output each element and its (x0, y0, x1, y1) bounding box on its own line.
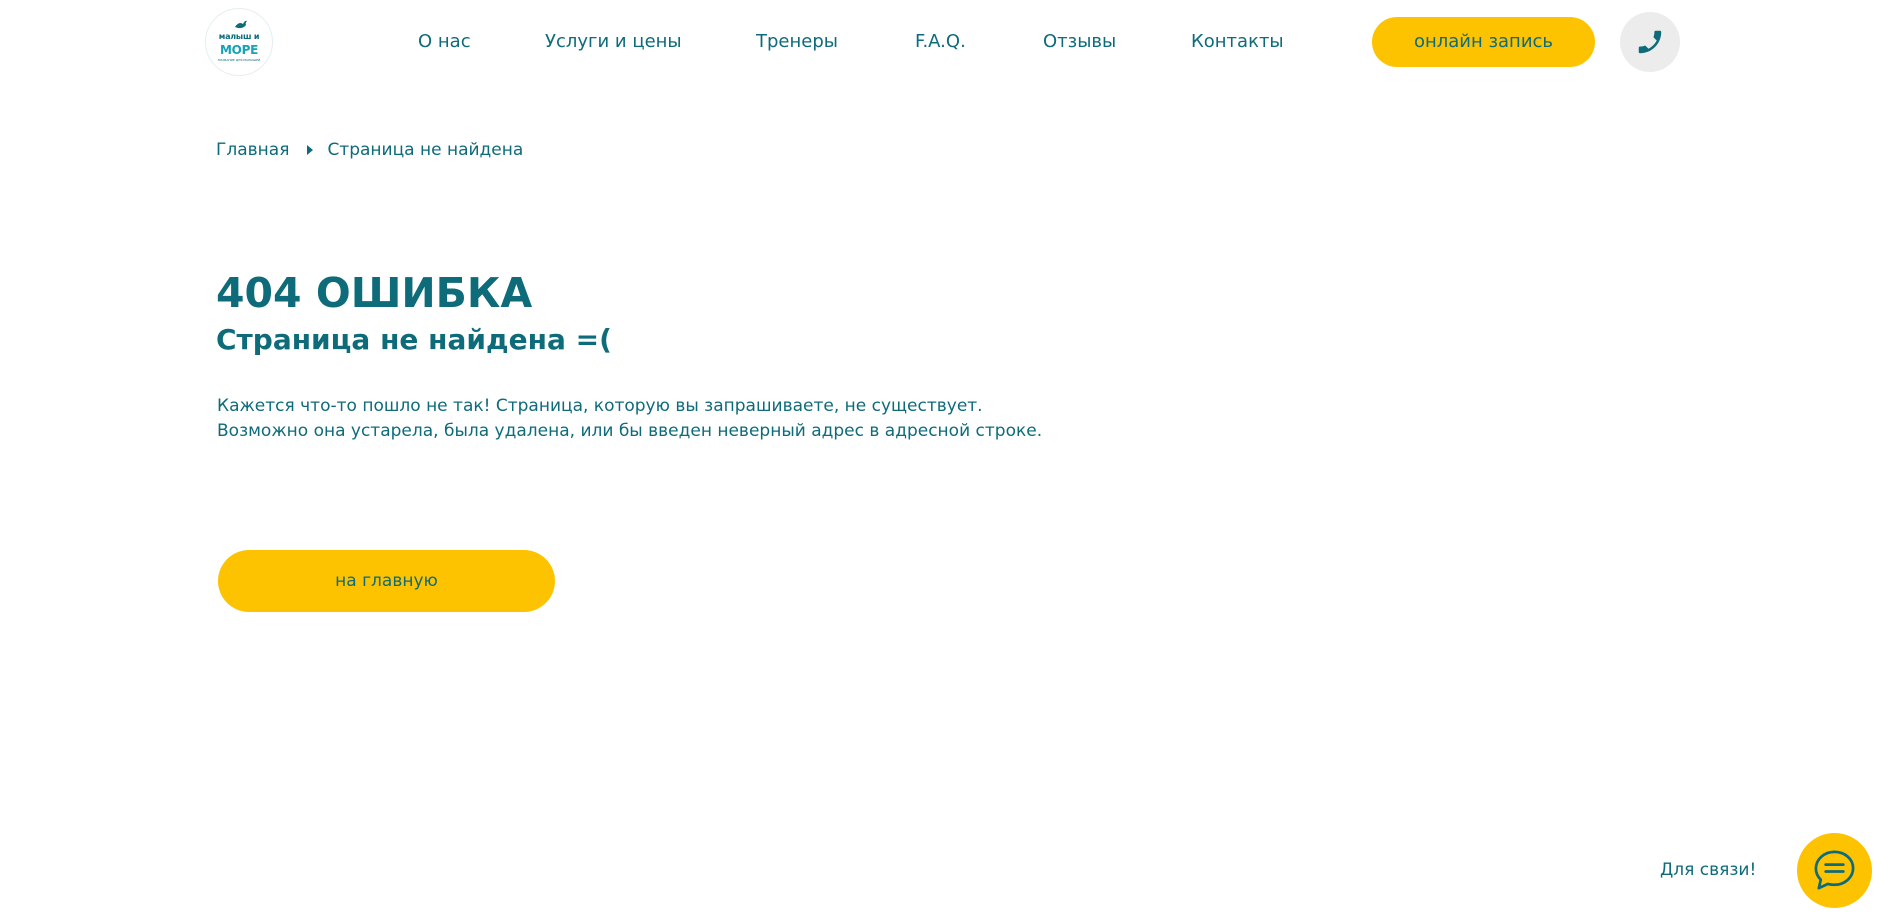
phone-button[interactable] (1620, 12, 1680, 72)
page-subtitle: Страница не найдена =( (216, 323, 612, 356)
nav-item-reviews[interactable]: Отзывы (1043, 30, 1116, 54)
nav-item-trainers[interactable]: Тренеры (756, 30, 838, 54)
logo-text-tagline: ПЛАВАНИЕ ДЛЯ МАЛЫШЕЙ (217, 58, 261, 62)
breadcrumb: Главная Страница не найдена (216, 138, 523, 162)
phone-icon (1638, 30, 1662, 54)
logo-text-main: МОРЕ (220, 43, 258, 57)
site-header: малыш и МОРЕ ПЛАВАНИЕ ДЛЯ МАЛЫШЕЙ О нас … (0, 0, 1888, 84)
error-description-line: Кажется что-то пошло не так! Страница, к… (217, 396, 983, 416)
online-booking-button[interactable]: онлайн запись (1372, 17, 1595, 67)
chat-bubble-icon (1814, 850, 1855, 890)
error-description-line: Возможно она устарела, была удалена, или… (217, 421, 1043, 441)
go-home-button[interactable]: на главную (218, 550, 555, 612)
chat-button[interactable] (1797, 833, 1872, 908)
error-description: Кажется что-то пошло не так! Страница, к… (217, 394, 1042, 444)
nav-item-faq[interactable]: F.A.Q. (915, 30, 966, 54)
bird-icon (235, 20, 247, 29)
page-title: 404 ОШИБКА (216, 269, 533, 317)
chat-label[interactable]: Для связи! (1660, 858, 1756, 882)
breadcrumb-current: Страница не найдена (327, 140, 524, 160)
logo[interactable]: малыш и МОРЕ ПЛАВАНИЕ ДЛЯ МАЛЫШЕЙ (205, 8, 273, 76)
nav-item-services[interactable]: Услуги и цены (545, 30, 682, 54)
breadcrumb-home-link[interactable]: Главная (216, 140, 289, 160)
nav-item-about[interactable]: О нас (418, 30, 471, 54)
breadcrumb-separator-icon (307, 145, 314, 155)
logo-text-top: малыш и (218, 32, 260, 41)
nav-item-contacts[interactable]: Контакты (1191, 30, 1284, 54)
